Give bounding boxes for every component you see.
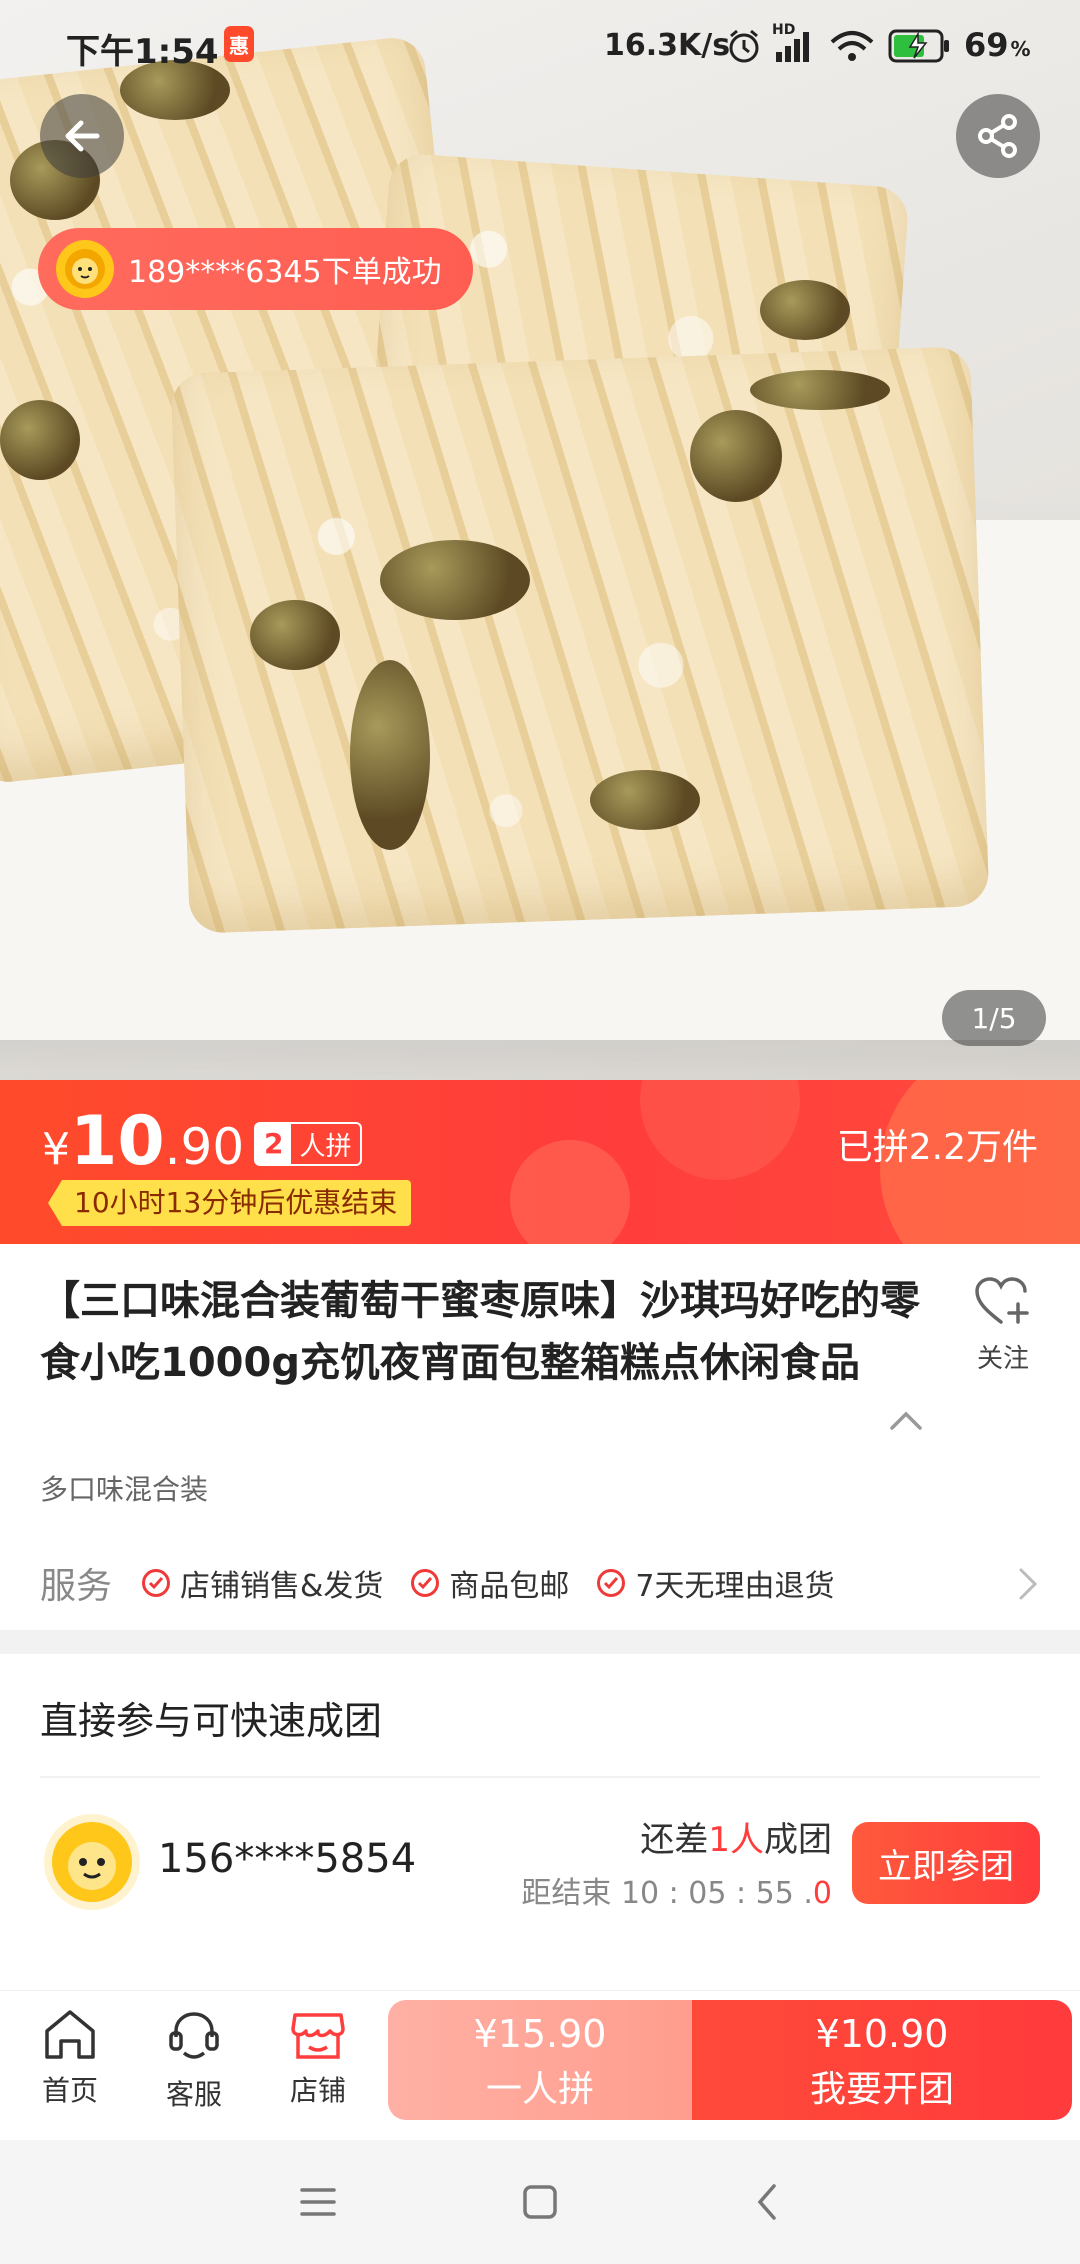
back-button[interactable] bbox=[40, 94, 124, 178]
raisin bbox=[250, 600, 340, 670]
system-navigation-bar bbox=[0, 2140, 1080, 2264]
service-item: 商品包邮 bbox=[411, 1561, 569, 1605]
favorite-label: 关注 bbox=[976, 1344, 1029, 1374]
group-price: ¥ 10 .90 bbox=[42, 1102, 245, 1181]
tab-customer-service[interactable]: 客服 bbox=[134, 2007, 254, 2113]
raisin bbox=[350, 660, 430, 850]
network-speed: 16.3K/s bbox=[604, 28, 731, 63]
group-need-text: 还差1人成团 bbox=[640, 1820, 832, 1860]
check-circle-icon bbox=[142, 1569, 171, 1597]
heart-plus-icon bbox=[975, 1277, 1029, 1324]
solo-buy-button[interactable]: ¥15.90 一人拼 bbox=[388, 2000, 692, 2120]
store-icon bbox=[291, 2013, 345, 2059]
raisin bbox=[750, 370, 890, 410]
app-notification-icon: 惠 bbox=[224, 26, 254, 62]
service-row[interactable]: 服务 店铺销售&发货 商品包邮 7天无理由退货 bbox=[40, 1548, 1040, 1618]
decor-blob bbox=[640, 1080, 800, 1180]
lion-avatar-icon bbox=[56, 240, 114, 298]
check-circle-icon bbox=[411, 1569, 440, 1597]
home-icon bbox=[45, 2010, 95, 2059]
chevron-right-icon bbox=[1019, 1568, 1038, 1600]
tab-store[interactable]: 店铺 bbox=[258, 2007, 378, 2109]
square-icon[interactable] bbox=[520, 2182, 560, 2222]
price-banner: ¥ 10 .90 2 人拼 10小时13分钟后优惠结束 已拼2.2万件 bbox=[0, 1080, 1080, 1244]
chevron-up-icon[interactable] bbox=[888, 1408, 924, 1432]
open-group-button[interactable]: ¥10.90 我要开团 bbox=[692, 2000, 1072, 2120]
lion-avatar-icon bbox=[52, 1822, 132, 1902]
alarm-icon bbox=[729, 29, 759, 63]
raisin bbox=[760, 280, 850, 340]
order-success-toast: 189****6345下单成功 bbox=[38, 228, 473, 310]
raisin bbox=[380, 540, 530, 620]
group-user-name: 156****5854 bbox=[158, 1836, 417, 1882]
share-button[interactable] bbox=[956, 94, 1040, 178]
section-divider bbox=[0, 1630, 1080, 1654]
check-circle-icon bbox=[597, 1569, 626, 1597]
group-section-title: 直接参与可快速成团 bbox=[40, 1699, 383, 1743]
sold-count: 已拼2.2万件 bbox=[836, 1127, 1038, 1168]
favorite-button[interactable]: 关注 bbox=[968, 1276, 1038, 1375]
battery-percent: 69% bbox=[964, 26, 1031, 64]
product-image-carousel[interactable] bbox=[0, 0, 1080, 1080]
group-size-badge: 2 人拼 bbox=[254, 1122, 362, 1166]
raisin bbox=[0, 400, 80, 480]
back-chevron-icon[interactable] bbox=[752, 2182, 782, 2222]
raisin bbox=[590, 770, 700, 830]
status-time: 下午1:54 bbox=[66, 32, 219, 72]
countdown-badge: 10小时13分钟后优惠结束 bbox=[48, 1180, 412, 1226]
menu-icon[interactable] bbox=[298, 2184, 338, 2220]
battery-icon bbox=[888, 29, 949, 63]
tab-home[interactable]: 首页 bbox=[10, 2007, 130, 2109]
wifi-icon bbox=[830, 31, 874, 61]
group-user-avatar bbox=[44, 1814, 140, 1910]
divider bbox=[40, 1776, 1040, 1778]
toast-text: 189****6345下单成功 bbox=[128, 255, 442, 290]
join-group-button[interactable]: 立即参团 bbox=[852, 1822, 1040, 1904]
service-item: 7天无理由退货 bbox=[597, 1561, 835, 1605]
service-item: 店铺销售&发货 bbox=[142, 1561, 383, 1605]
share-icon bbox=[978, 114, 1017, 158]
back-arrow-icon bbox=[65, 120, 100, 152]
decor-blob bbox=[510, 1140, 630, 1244]
product-title: 【三口味混合装葡萄干蜜枣原味】沙琪玛好吃的零食小吃1000g充饥夜宵面包整箱糕点… bbox=[40, 1278, 920, 1386]
raisin bbox=[690, 410, 782, 502]
service-label: 服务 bbox=[40, 1566, 113, 1607]
product-spec: 多口味混合装 bbox=[40, 1473, 209, 1506]
signal-icon bbox=[776, 32, 809, 62]
image-pager: 1/5 bbox=[942, 990, 1046, 1046]
customer-service-icon bbox=[169, 2012, 219, 2059]
group-countdown: 距结束 10 : 05 : 55 .0 bbox=[521, 1876, 832, 1911]
